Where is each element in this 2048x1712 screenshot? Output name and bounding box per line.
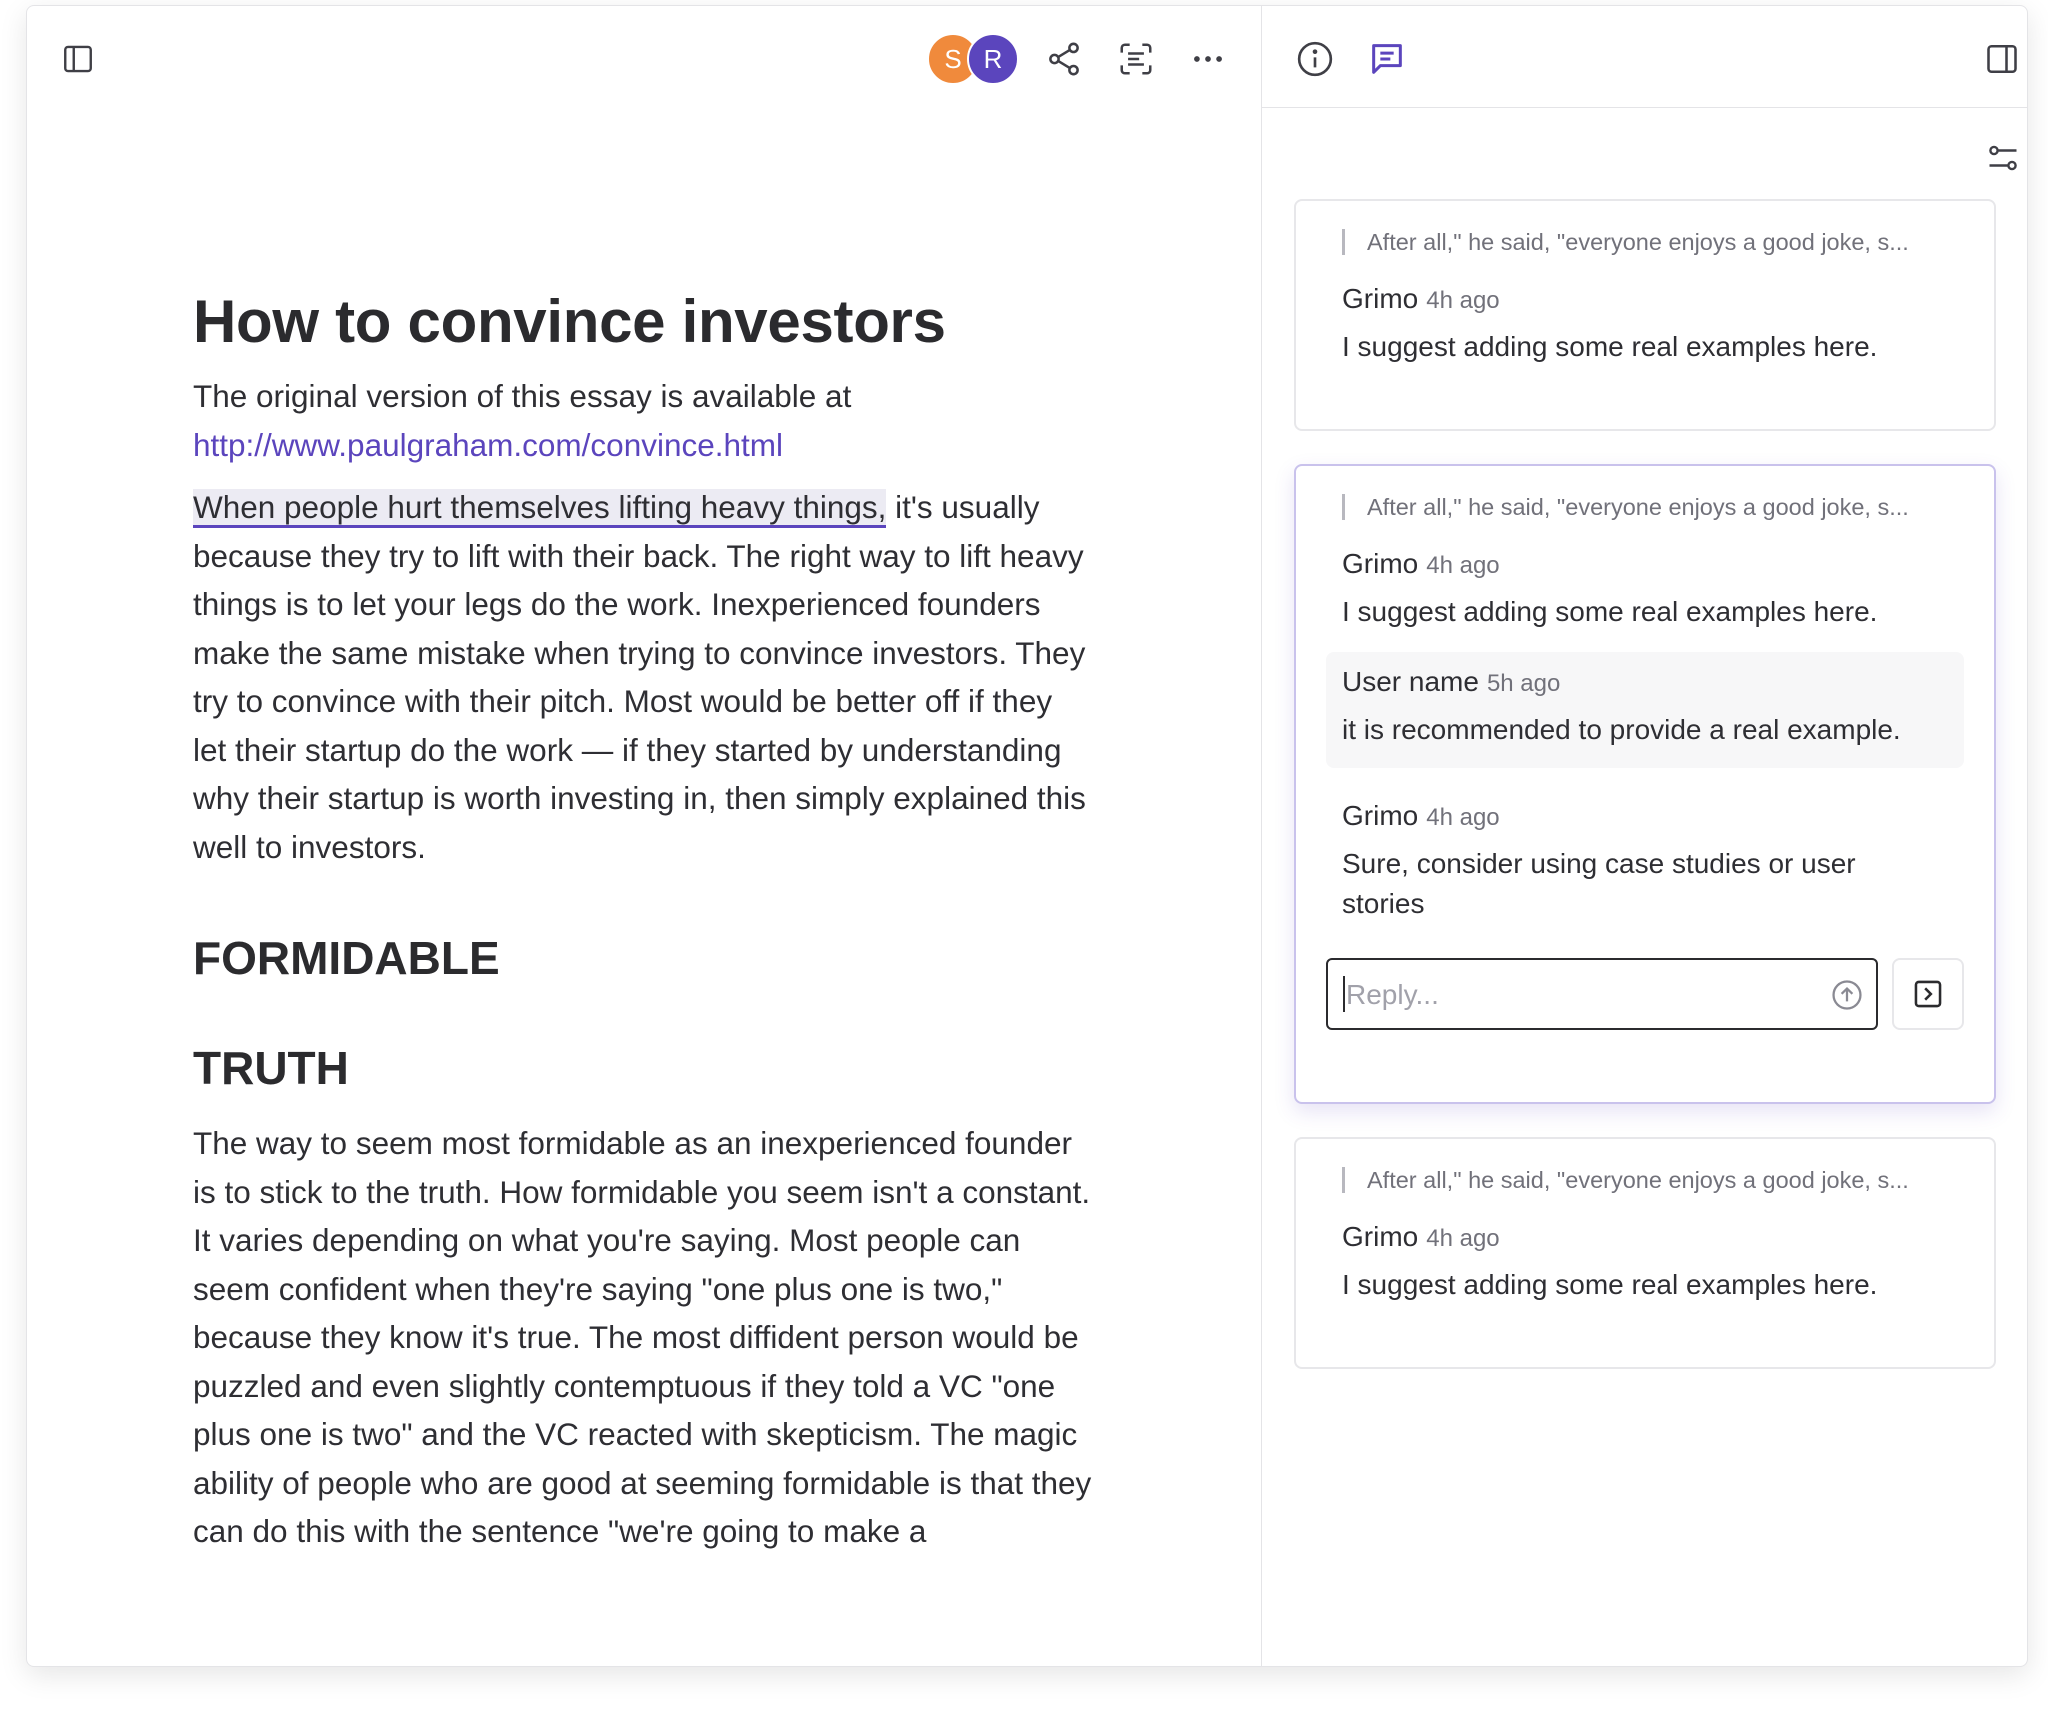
intro-paragraph: The original version of this essay is av… [193,372,1093,469]
header-divider [1262,107,2027,108]
document-pane: S R How to convince investors The origin… [27,6,1261,1666]
comment-time: 4h ago [1426,552,1500,579]
avatar-r[interactable]: R [967,33,1019,85]
comment-author: User name [1342,666,1479,697]
text-caret [1343,976,1345,1012]
avatar-initial: R [983,43,1003,74]
paragraph-1-text: it's usually because they try to lift wi… [193,489,1086,865]
sidebar-left-icon [64,45,92,73]
document-content: How to convince investors The original v… [193,286,1093,1570]
comment-time: 4h ago [1426,1225,1500,1252]
comments-pane: After all," he said, "everyone enjoys a … [1262,6,2027,1666]
comment-item-highlighted: User name 5h ago it is recommended to pro… [1326,652,1964,768]
editor-window: S R How to convince investors The origin… [26,5,2028,1667]
comment-text: Sure, consider using case studies or use… [1342,848,1856,919]
comment-text: I suggest adding some real examples here… [1342,1269,1878,1300]
comment-text: I suggest adding some real examples here… [1342,596,1878,627]
info-icon [1297,41,1333,77]
comment-time: 4h ago [1426,804,1500,831]
thread-quote: After all," he said, "everyone enjoys a … [1342,229,1948,255]
comment-text: it is recommended to provide a real exam… [1342,714,1901,745]
tab-comments[interactable] [1362,34,1412,84]
arrow-up-circle-icon [1832,980,1862,1010]
document-title: How to convince investors [193,288,946,355]
focus-mode-button[interactable] [1111,34,1161,84]
more-options-button[interactable] [1183,34,1233,84]
toggle-right-panel-button[interactable] [1977,34,2027,84]
filter-button[interactable] [1979,134,2027,182]
send-button[interactable] [1830,978,1864,1017]
share-button[interactable] [1039,34,1089,84]
thread-quote: After all," he said, "everyone enjoys a … [1342,494,1948,520]
paragraph-1: When people hurt themselves lifting heav… [193,483,1093,871]
tab-info[interactable] [1290,34,1340,84]
comment-thread[interactable]: After all," he said, "everyone enjoys a … [1294,1137,1996,1369]
intro-text: The original version of this essay is av… [193,378,852,414]
sidebar-right-icon [1987,44,2017,74]
comment-thread-active[interactable]: After all," he said, "everyone enjoys a … [1294,464,1996,1104]
comment-author: Grimo [1342,1221,1419,1252]
commented-highlight[interactable]: When people hurt themselves lifting heav… [193,489,887,528]
paragraph-2: The way to seem most formidable as an in… [193,1125,1092,1549]
comment-author: Grimo [1342,548,1419,579]
comment-header: Grimo 4h ago [1342,283,1948,317]
comment-author: Grimo [1342,283,1419,314]
reply-field[interactable] [1326,958,1878,1030]
comment-icon [1372,44,1402,74]
comment-header: User name 5h ago [1342,666,1948,700]
chevron-right-square-icon [1914,980,1942,1008]
comment-text: I suggest adding some real examples here… [1342,331,1878,362]
scan-text-icon [1120,43,1152,75]
comment-time: 5h ago [1486,670,1561,697]
reply-input[interactable] [1344,960,1818,1030]
comment-time: 4h ago [1426,287,1500,314]
comment-thread[interactable]: After all," he said, "everyone enjoys a … [1294,199,1996,431]
essay-link[interactable]: http://www.paulgraham.com/convince.html [193,427,783,463]
heading-truth: TRUTH [193,1042,349,1094]
share-icon [1049,42,1079,76]
filter-settings-icon [1989,145,2017,171]
reply-row [1326,958,1964,1030]
comment-author: Grimo [1342,800,1419,831]
avatar-initial: S [944,43,962,74]
expand-reply-button[interactable] [1892,958,1964,1030]
comment-header: Grimo 4h ago [1342,800,1948,834]
toggle-sidebar-button[interactable] [53,34,103,84]
comment-header: Grimo 4h ago [1342,548,1948,582]
heading-formidable: FORMIDABLE [193,932,500,984]
thread-quote: After all," he said, "everyone enjoys a … [1342,1167,1948,1193]
comment-header: Grimo 4h ago [1342,1221,1948,1255]
more-horizontal-icon [1194,56,1222,62]
